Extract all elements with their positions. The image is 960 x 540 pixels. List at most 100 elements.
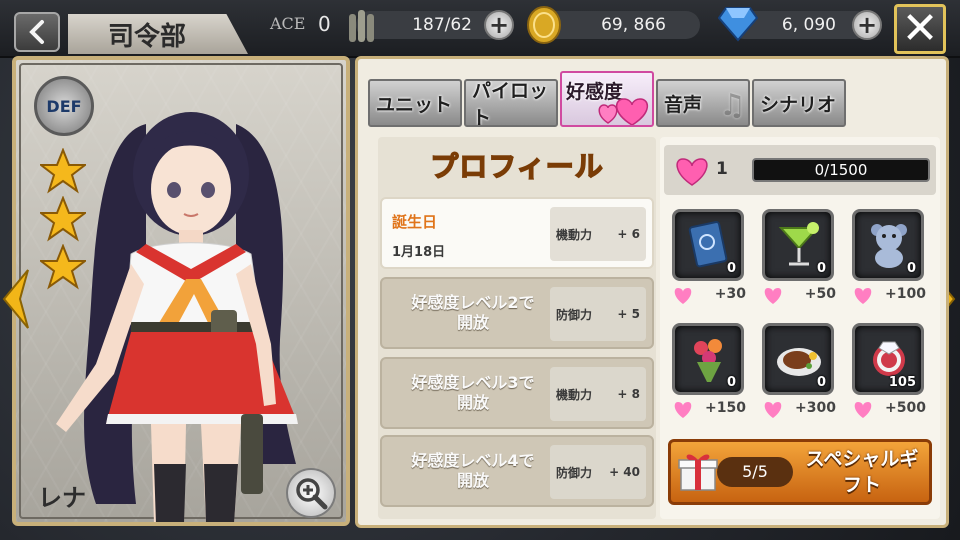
unlock-text: 好感度レベル3で 開放: [392, 359, 554, 427]
gem-plus-button[interactable]: +: [852, 10, 882, 40]
affection-progress-bar: 0/1500: [752, 158, 930, 182]
special-gift-button[interactable]: 5/5 スペシャルギ フト: [668, 439, 932, 505]
special-gift-label-line2: フト: [842, 474, 881, 496]
heart-icon: [854, 402, 872, 418]
birthday-date: 1月18日: [392, 245, 446, 260]
page-title: 司令部: [68, 14, 248, 54]
profile-section: プロフィール 誕生日 1月18日 機動力 + 6 好感度レベル2で 開放 防御力…: [378, 137, 656, 519]
class-badge: DEF: [34, 76, 94, 136]
heart-icon: [764, 288, 782, 304]
top-bar: 司令部 ACE 0 187/62 + 69, 866 6, 090 + ✕: [0, 0, 960, 58]
stat-value: + 40: [609, 465, 640, 479]
coin-value: 69, 866: [601, 15, 666, 35]
gift-item-cocktail[interactable]: 0 +50: [756, 209, 838, 309]
ammo-value: 187/62: [412, 15, 472, 35]
gift-item-ring[interactable]: 105 +500: [846, 323, 928, 423]
gift-tile: 0: [852, 209, 924, 281]
gift-points: +100: [885, 286, 926, 302]
gift-quantity: 0: [726, 261, 736, 276]
gift-tile: 0: [762, 209, 834, 281]
unlock-line2: 開放: [456, 471, 489, 490]
heart-icon: [764, 402, 782, 418]
heart-icon: [674, 402, 692, 418]
unlock-line1: 好感度レベル3で: [411, 373, 535, 392]
tab-label: ユニット: [376, 93, 453, 116]
tab-scenario[interactable]: シナリオ: [752, 79, 846, 127]
gift-quantity: 0: [726, 375, 736, 390]
gift-quantity: 0: [816, 375, 826, 390]
gift-points: +150: [705, 400, 746, 416]
gift-tile: 0: [672, 209, 744, 281]
coin-icon: [527, 6, 561, 44]
tab-label: 音声: [664, 93, 703, 116]
close-button[interactable]: ✕: [894, 4, 946, 54]
gift-points: +300: [795, 400, 836, 416]
stat-value: + 5: [617, 307, 640, 321]
magnifier-plus-icon: [296, 478, 328, 510]
stat-name: 防御力: [556, 465, 593, 480]
star-icon: [40, 244, 86, 290]
gift-quantity: 0: [906, 261, 916, 276]
birthday-label: 誕生日: [392, 213, 438, 231]
character-card: DEF レナ: [12, 56, 350, 526]
unlock-line1: 好感度レベル4で: [411, 451, 535, 470]
tab-label: シナリオ: [760, 93, 837, 116]
gift-tile: 0: [762, 323, 834, 395]
bullets-icon: [349, 10, 374, 42]
star-icon: [40, 148, 86, 194]
profile-row-locked: 好感度レベル4で 開放 防御力 + 40: [380, 435, 654, 507]
gift-points: +50: [804, 286, 836, 302]
tab-unit[interactable]: ユニット: [368, 79, 462, 127]
music-note-icon: ♫: [719, 88, 746, 123]
gift-quantity: 0: [816, 261, 826, 276]
class-badge-label: DEF: [46, 96, 82, 116]
stat-bonus: 機動力 + 6: [550, 207, 646, 261]
stat-name: 機動力: [556, 227, 593, 242]
unlock-line1: 好感度レベル2で: [411, 293, 535, 312]
profile-row-birthday: 誕生日 1月18日 機動力 + 6: [380, 197, 654, 269]
chevron-left-icon: [29, 20, 44, 44]
back-button[interactable]: [14, 12, 60, 52]
special-gift-count: 5/5: [717, 457, 793, 487]
affection-panel: ユニット パイロット 好感度 音声 ♫ シナリオ プロフィール 誕生日 1月18…: [355, 56, 949, 528]
gift-points: +30: [714, 286, 746, 302]
ace-label: ACE: [270, 14, 306, 33]
unlock-text: 好感度レベル2で 開放: [392, 279, 554, 347]
stat-bonus: 防御力 + 5: [550, 287, 646, 341]
affection-level: 1 0/1500: [664, 145, 936, 195]
hearts-icon: [598, 98, 648, 125]
stat-value: + 8: [617, 387, 640, 401]
gift-quantity: 105: [888, 375, 916, 390]
diamond-icon: [718, 7, 758, 42]
gift-item-bouquet[interactable]: 0 +150: [666, 323, 748, 423]
unlock-text: 好感度レベル4で 開放: [392, 437, 554, 505]
gift-item-steak[interactable]: 0 +300: [756, 323, 838, 423]
tab-affection[interactable]: 好感度: [560, 71, 654, 127]
gift-section: 1 0/1500 0 +30 0 +50 0 +100 0 +150 0 +30…: [660, 137, 940, 519]
heart-icon: [854, 288, 872, 304]
star-icon: [40, 196, 86, 242]
stat-name: 防御力: [556, 307, 593, 322]
gift-item-teddy-bear[interactable]: 0 +100: [846, 209, 928, 309]
profile-row-locked: 好感度レベル3で 開放 機動力 + 8: [380, 357, 654, 429]
ammo-plus-button[interactable]: +: [484, 10, 514, 40]
zoom-button[interactable]: [286, 468, 336, 518]
tab-pilot[interactable]: パイロット: [464, 79, 558, 127]
gem-value: 6, 090: [781, 15, 836, 35]
tab-voice[interactable]: 音声 ♫: [656, 79, 750, 127]
gift-points: +500: [885, 400, 926, 416]
profile-row-locked: 好感度レベル2で 開放 防御力 + 5: [380, 277, 654, 349]
special-gift-label: スペシャルギ フト: [797, 446, 927, 498]
ace-value: 0: [318, 12, 331, 36]
affection-progress-text: 0/1500: [814, 161, 868, 179]
stat-bonus: 機動力 + 8: [550, 367, 646, 421]
tab-label: パイロット: [472, 80, 549, 127]
special-gift-label-line1: スペシャルギ: [805, 448, 919, 470]
affection-level-value: 1: [716, 159, 728, 179]
unlock-line2: 開放: [456, 313, 489, 332]
unlock-line2: 開放: [456, 393, 489, 412]
stat-bonus: 防御力 + 40: [550, 445, 646, 499]
stat-name: 機動力: [556, 387, 593, 402]
prev-character-arrow[interactable]: [0, 268, 30, 330]
gift-item-book[interactable]: 0 +30: [666, 209, 748, 309]
